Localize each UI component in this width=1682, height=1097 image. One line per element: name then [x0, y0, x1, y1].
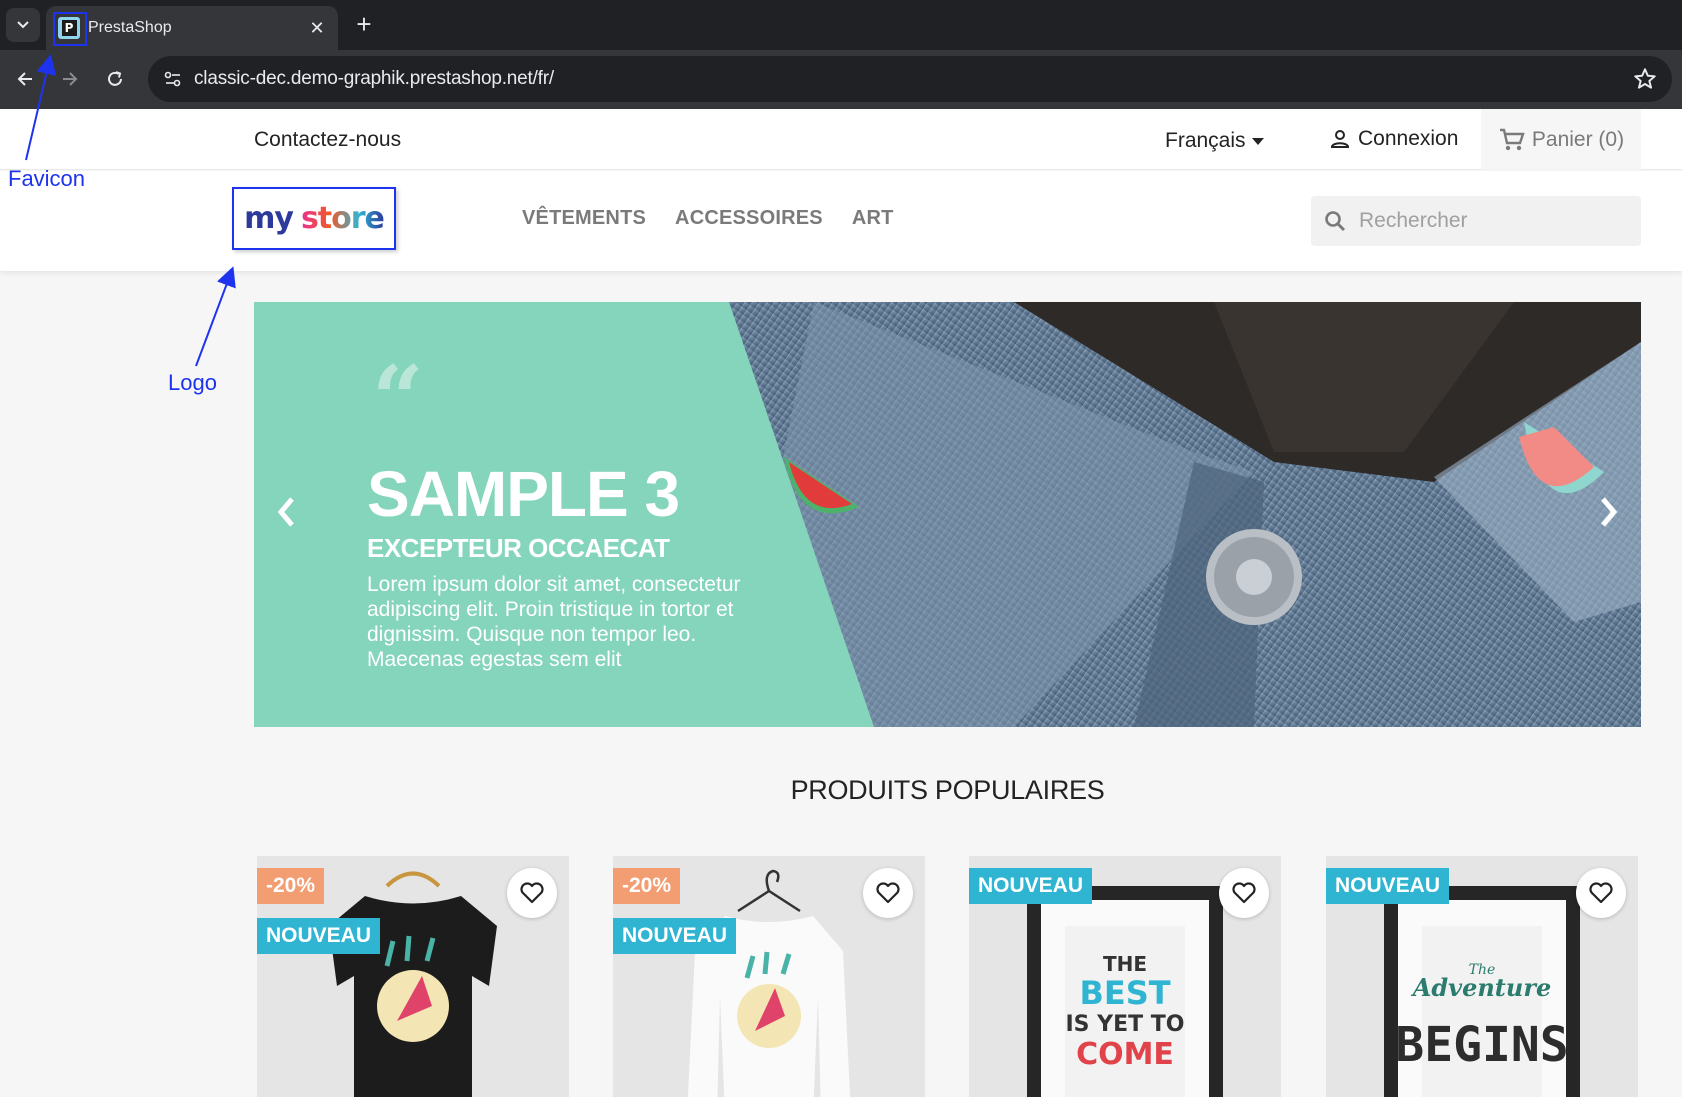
bookmark-star-icon[interactable]: [1632, 66, 1658, 92]
store-logo[interactable]: my store: [232, 187, 396, 250]
section-title-text: PRODUITS POPULAIRES: [790, 775, 1105, 805]
svg-text:THE: THE: [1103, 952, 1147, 976]
language-selector[interactable]: Français: [1165, 129, 1264, 153]
url-text: classic-dec.demo-graphik.prestashop.net/…: [194, 68, 554, 89]
new-tab-button[interactable]: +: [350, 10, 378, 38]
chevron-left-icon: [277, 497, 294, 527]
product-card[interactable]: -20% NOUVEAU: [257, 856, 569, 1097]
slider-prev-button[interactable]: [266, 487, 306, 537]
quote-icon: “: [372, 346, 424, 452]
reload-button[interactable]: [100, 64, 130, 94]
heart-icon: [876, 882, 900, 904]
hero-title: SAMPLE 3: [367, 458, 680, 530]
contact-link[interactable]: Contactez-nous: [254, 128, 401, 152]
browser-toolbar: classic-dec.demo-graphik.prestashop.net/…: [0, 50, 1682, 109]
wishlist-button[interactable]: [1219, 868, 1269, 918]
discount-badge: -20%: [257, 868, 325, 904]
caret-down-icon: [1251, 137, 1264, 145]
svg-text:COME: COME: [1076, 1037, 1174, 1072]
cart-icon: [1499, 128, 1525, 150]
browser-tab[interactable]: P PrestaShop ✕: [46, 6, 338, 50]
cart-button[interactable]: Panier (0): [1481, 109, 1641, 170]
login-link[interactable]: Connexion: [1328, 127, 1458, 151]
heart-icon: [1232, 882, 1256, 904]
new-badge: NOUVEAU: [613, 918, 737, 954]
header-top: my store VÊTEMENTS ACCESSOIRES ART: [0, 171, 1682, 271]
forward-button[interactable]: [55, 64, 85, 94]
slider-next-button[interactable]: [1589, 487, 1629, 537]
logo-text-store: store: [300, 201, 385, 236]
new-badge: NOUVEAU: [969, 868, 1093, 904]
menu-item-vetements[interactable]: VÊTEMENTS: [522, 207, 646, 230]
product-card[interactable]: The Adventure BEGINS NOUVEAU: [1326, 856, 1638, 1097]
wishlist-button[interactable]: [863, 868, 913, 918]
browser-tabbar: P PrestaShop ✕ +: [0, 0, 1682, 50]
wishlist-button[interactable]: [507, 868, 557, 918]
search-icon: [1325, 211, 1346, 232]
language-label: Français: [1165, 129, 1246, 152]
login-label: Connexion: [1358, 127, 1459, 150]
forward-arrow-icon: [63, 72, 78, 86]
logo-annotation-label: Logo: [168, 370, 217, 395]
wishlist-button[interactable]: [1576, 868, 1626, 918]
new-badge: NOUVEAU: [257, 918, 381, 954]
site-info-icon[interactable]: [158, 64, 188, 94]
tab-search-button[interactable]: [6, 8, 40, 42]
favicon-annotation-label: Favicon: [8, 166, 86, 191]
hero-text: Lorem ipsum dolor sit amet, consectetur …: [367, 573, 741, 671]
svg-text:Adventure: Adventure: [1411, 973, 1552, 1002]
svg-text:BEGINS: BEGINS: [1395, 1017, 1568, 1073]
menu-item-accessoires[interactable]: ACCESSOIRES: [675, 207, 823, 230]
heart-icon: [1589, 882, 1613, 904]
chevron-down-icon: [17, 21, 29, 29]
discount-badge: -20%: [613, 868, 681, 904]
section-title: PRODUITS POPULAIRES: [0, 775, 1682, 806]
hero-subtitle: EXCEPTEUR OCCAECAT: [367, 533, 670, 563]
product-card[interactable]: THE BEST IS YET TO COME NOUVEAU: [969, 856, 1281, 1097]
favicon-highlight-box: [53, 12, 87, 46]
search-box: [1311, 196, 1641, 246]
svg-text:IS YET TO: IS YET TO: [1065, 1012, 1184, 1037]
product-card[interactable]: -20% NOUVEAU: [613, 856, 925, 1097]
search-input[interactable]: [1359, 209, 1619, 233]
menu-item-art[interactable]: ART: [852, 207, 894, 230]
new-badge: NOUVEAU: [1326, 868, 1450, 904]
reload-icon: [108, 71, 122, 86]
tab-close-icon[interactable]: ✕: [306, 18, 328, 39]
user-icon: [1330, 130, 1350, 148]
logo-text-my: my: [244, 201, 294, 236]
web-page: Contactez-nous Français Connexion Panier…: [0, 109, 1682, 1097]
back-arrow-icon: [17, 72, 32, 86]
svg-text:BEST: BEST: [1079, 974, 1170, 1012]
hero-slider: “ SAMPLE 3 EXCEPTEUR OCCAECAT Lorem ipsu…: [254, 302, 1641, 727]
cart-label: Panier (0): [1531, 127, 1625, 151]
address-bar[interactable]: classic-dec.demo-graphik.prestashop.net/…: [148, 56, 1672, 102]
header-nav: Contactez-nous Français Connexion Panier…: [0, 109, 1682, 170]
back-button[interactable]: [10, 64, 40, 94]
favicon-icon: P: [53, 12, 87, 46]
tab-title: PrestaShop: [88, 19, 172, 36]
heart-icon: [520, 882, 544, 904]
main-menu: VÊTEMENTS ACCESSOIRES ART: [522, 207, 894, 230]
chevron-right-icon: [1601, 497, 1618, 527]
